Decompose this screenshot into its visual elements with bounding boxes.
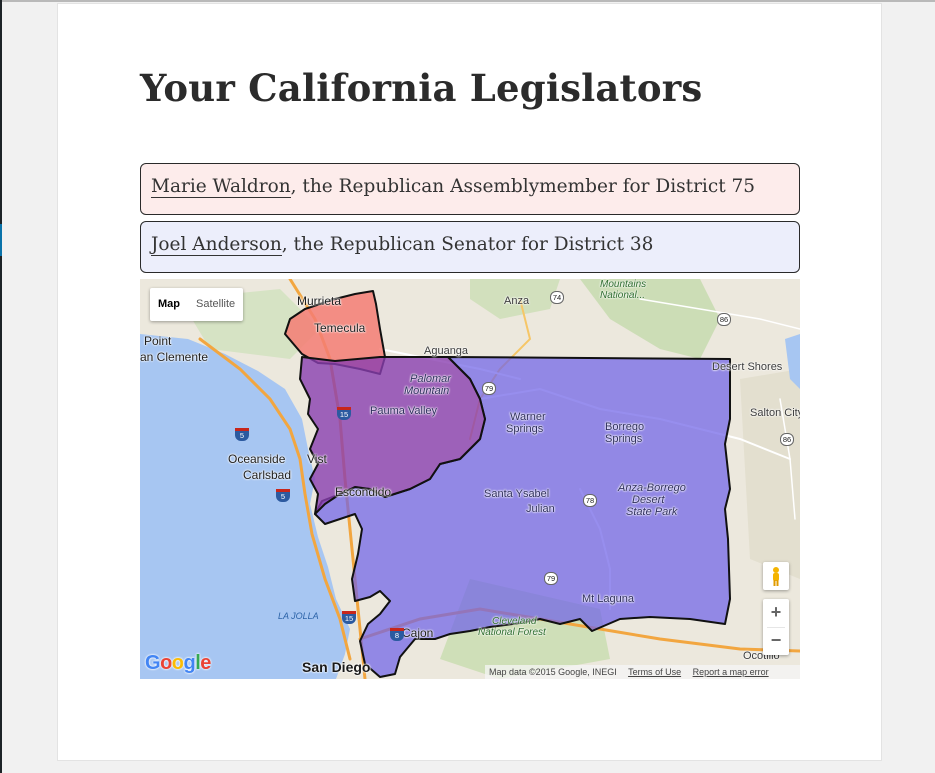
interstate-shield: 5 xyxy=(235,428,249,441)
route-shield: 79 xyxy=(544,572,558,585)
logo-letter: o xyxy=(160,652,172,674)
street-view-pegman-button[interactable] xyxy=(763,562,789,590)
place-label: Julian xyxy=(526,503,555,515)
logo-letter: g xyxy=(183,652,196,674)
zoom-in-button[interactable]: + xyxy=(763,599,789,627)
place-label: Cajon xyxy=(402,626,434,640)
map-attribution: Map data ©2015 Google, INEGI Terms of Us… xyxy=(485,665,800,679)
map-type-map-button[interactable]: Map xyxy=(150,288,188,321)
park-label: Anza-Borrego xyxy=(618,482,686,494)
map-data-credit: Map data ©2015 Google, INEGI xyxy=(489,667,617,677)
place-label: Borrego xyxy=(605,421,645,433)
interstate-shield: 5 xyxy=(276,489,290,502)
place-label: Palomar xyxy=(410,373,451,385)
place-label: San Diego xyxy=(302,659,371,675)
place-label: Desert Shores xyxy=(712,361,783,373)
place-label: Carlsbad xyxy=(243,468,292,482)
senate-legislator-box: Joel Anderson, the Republican Senator fo… xyxy=(140,221,800,273)
district-map[interactable]: Murrieta Temecula Anza Mountains Nationa… xyxy=(140,279,800,679)
zoom-control: + − xyxy=(763,599,789,655)
route-shield: 78 xyxy=(583,494,597,507)
admin-sidebar-active-marker xyxy=(0,224,2,256)
park-label: National... xyxy=(600,290,646,301)
assembly-legislator-box: Marie Waldron, the Republican Assemblyme… xyxy=(140,163,800,215)
senator-description: , the Republican Senator for District 38 xyxy=(281,234,654,255)
assemblymember-description: , the Republican Assemblymember for Dist… xyxy=(290,176,756,197)
route-shield: 86 xyxy=(780,433,794,446)
park-label: Mountains xyxy=(600,279,647,290)
place-label: Springs xyxy=(506,423,544,435)
neighborhood-label: LA JOLLA xyxy=(278,611,319,621)
place-label: Warner xyxy=(510,411,546,423)
logo-letter: e xyxy=(200,652,211,674)
zoom-out-button[interactable]: − xyxy=(763,627,789,655)
terms-of-use-link[interactable]: Terms of Use xyxy=(628,667,681,677)
senator-link[interactable]: Joel Anderson xyxy=(151,234,282,256)
logo-letter: o xyxy=(171,652,184,674)
report-map-error-link[interactable]: Report a map error xyxy=(693,667,769,677)
zoom-divider xyxy=(767,627,785,628)
browser-top-border xyxy=(0,0,935,2)
admin-sidebar-edge xyxy=(0,0,2,773)
place-label: Springs xyxy=(605,433,643,445)
place-label: Mt Laguna xyxy=(582,593,634,605)
pegman-icon xyxy=(773,567,779,586)
interstate-shield: 8 xyxy=(390,628,404,641)
map-canvas[interactable] xyxy=(140,279,800,679)
place-label: Point xyxy=(144,334,172,348)
assemblymember-link[interactable]: Marie Waldron xyxy=(151,176,291,198)
google-logo[interactable]: Google xyxy=(145,652,211,675)
route-shield: 86 xyxy=(717,313,731,326)
place-label: Mountain xyxy=(404,385,450,397)
place-label: Aguanga xyxy=(424,345,469,357)
logo-letter: G xyxy=(145,652,161,674)
place-label: Vist xyxy=(307,452,327,466)
place-label: an Clemente xyxy=(140,350,209,364)
place-label: Murrieta xyxy=(297,294,342,308)
park-label: National Forest xyxy=(478,627,546,638)
place-label: Salton City xyxy=(750,407,800,419)
interstate-shield: 15 xyxy=(337,407,351,420)
map-type-control: Map Satellite xyxy=(150,288,244,321)
place-label: Pauma Valley xyxy=(370,405,438,417)
park-label: Cleveland xyxy=(492,616,537,627)
park-label: State Park xyxy=(626,506,678,518)
place-label: Oceanside xyxy=(228,452,286,466)
place-label: Escondido xyxy=(335,485,392,499)
place-label: Anza xyxy=(504,295,530,307)
place-label: Santa Ysabel xyxy=(484,488,550,500)
map-type-satellite-button[interactable]: Satellite xyxy=(188,288,243,321)
place-label: Temecula xyxy=(314,321,366,335)
route-shield: 74 xyxy=(550,291,564,304)
interstate-shield: 15 xyxy=(342,611,356,624)
park-label: Desert xyxy=(632,494,665,506)
page-title: Your California Legislators xyxy=(140,66,703,110)
route-shield: 79 xyxy=(482,382,496,395)
